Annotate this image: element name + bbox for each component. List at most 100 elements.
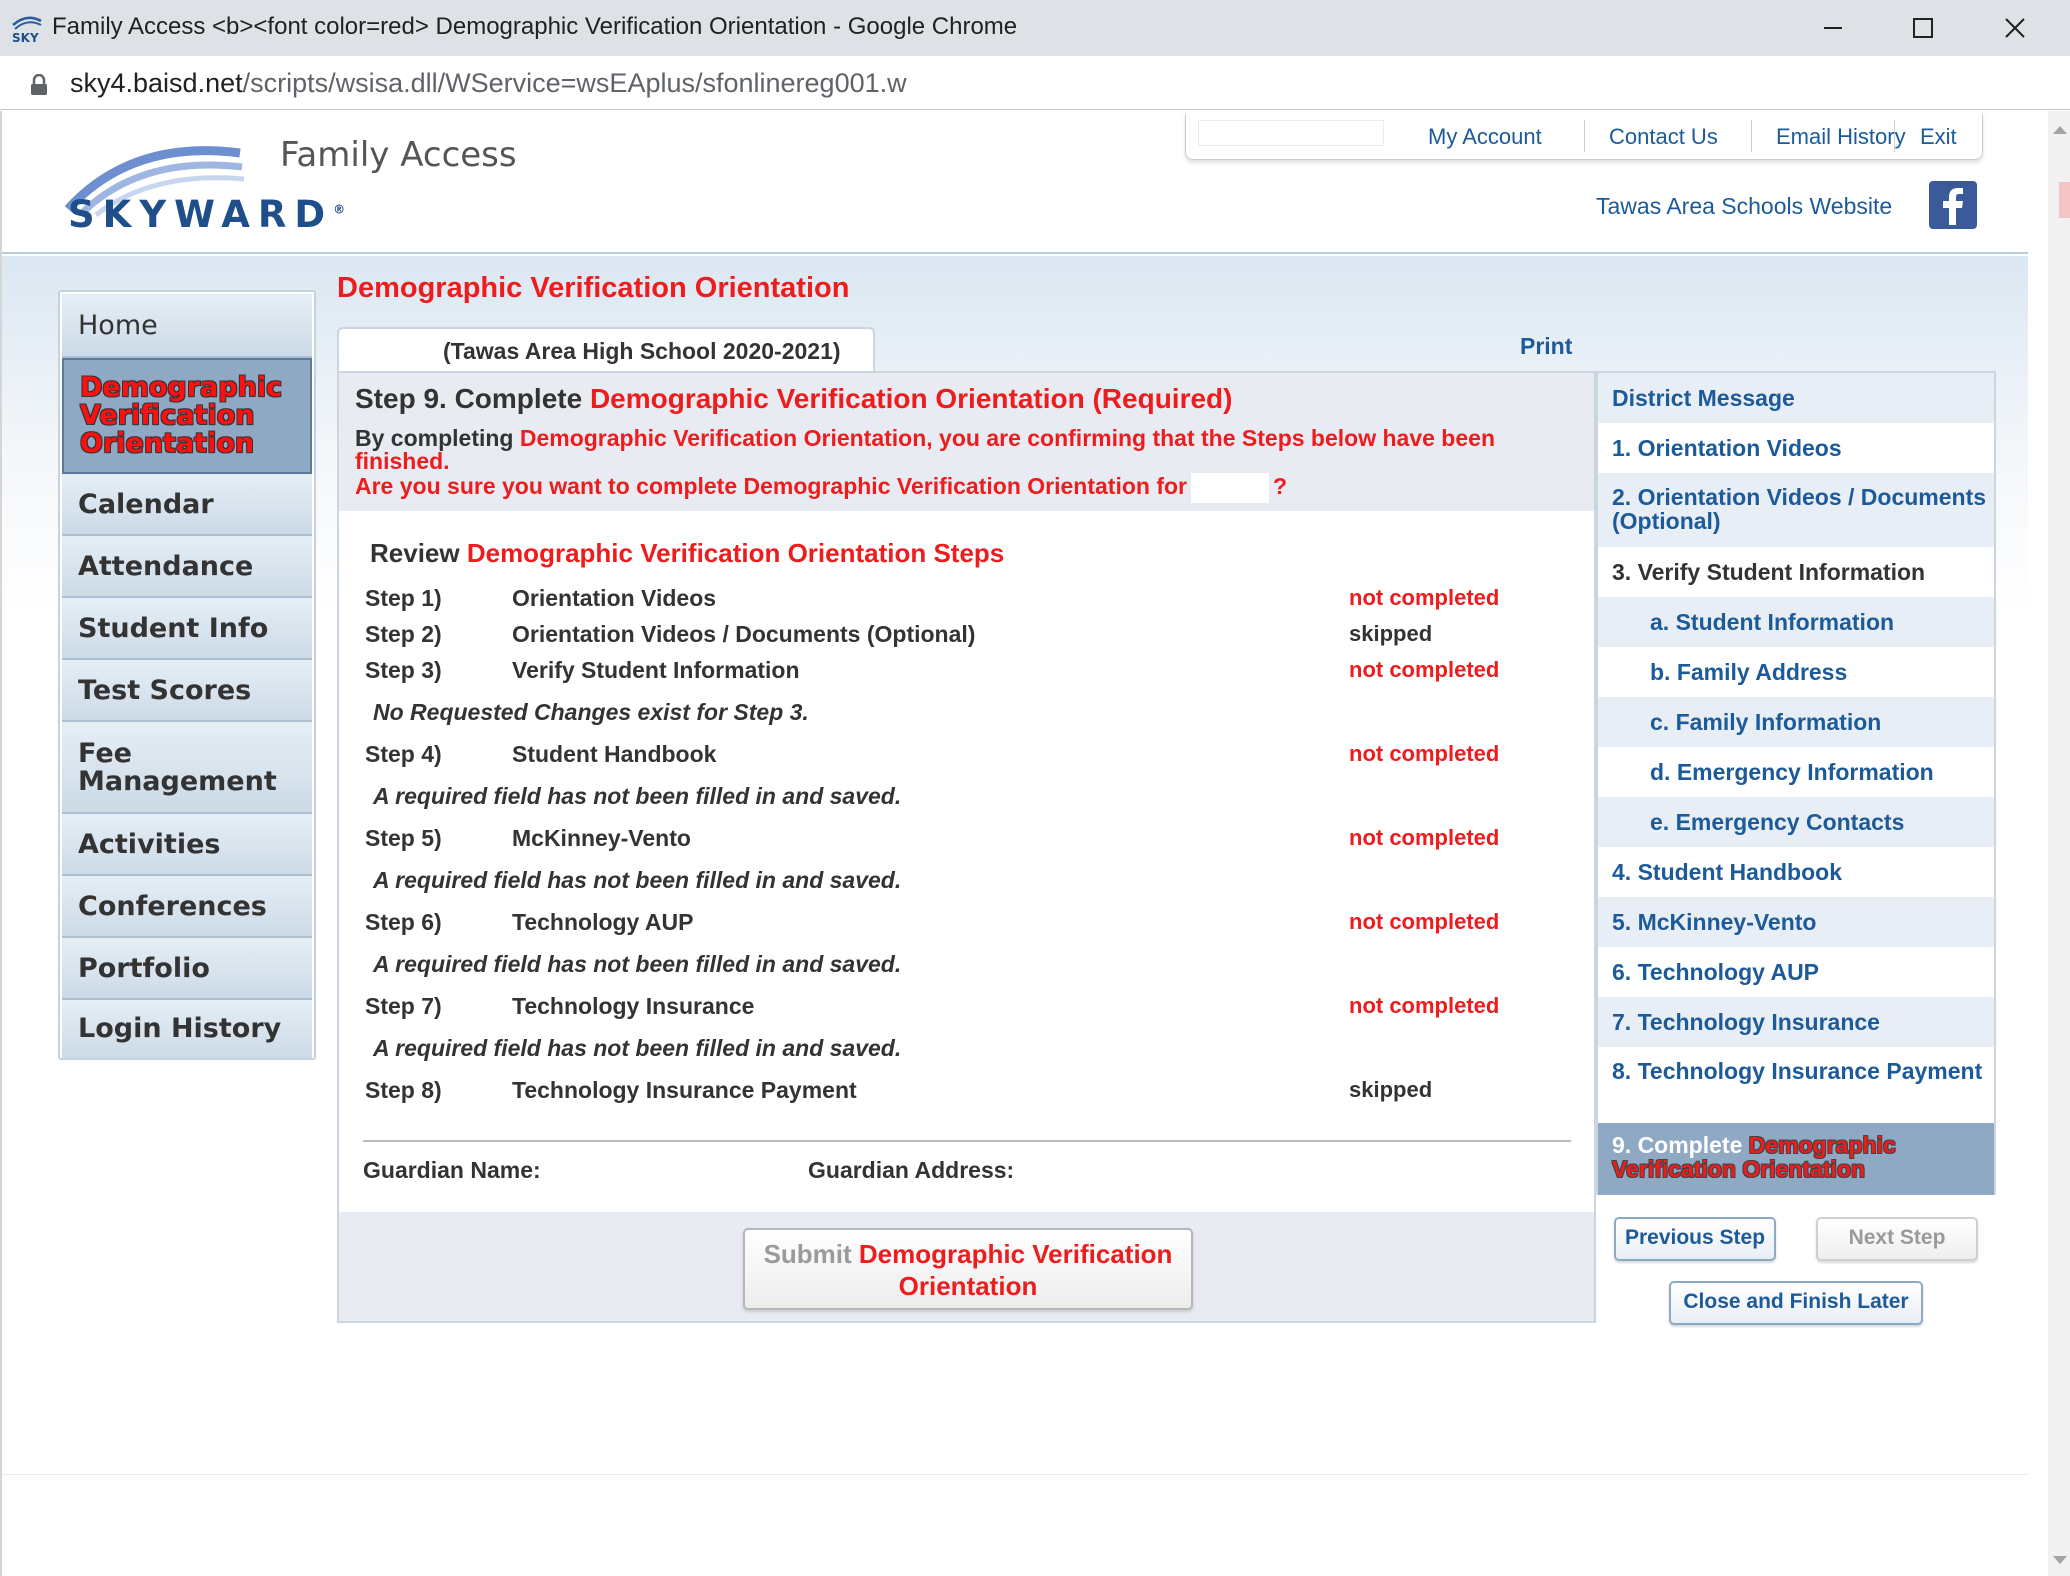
school-year-tab[interactable]: (Tawas Area High School 2020-2021): [337, 327, 875, 371]
left-navigation: Home Demographic Verification Orientatio…: [58, 290, 316, 1060]
step-note: A required field has not been filled in …: [373, 867, 902, 893]
user-name-box: [1198, 120, 1384, 146]
print-link[interactable]: Print: [1520, 333, 1572, 360]
previous-step-button[interactable]: Previous Step: [1614, 1217, 1776, 1261]
school-year-label: (Tawas Area High School 2020-2021): [443, 338, 841, 364]
step-row: Step 6) Technology AUP not completed: [365, 909, 1500, 935]
nav-portfolio[interactable]: Portfolio: [62, 938, 312, 1000]
minimize-icon: [1824, 27, 1842, 29]
nav-home[interactable]: Home: [62, 294, 312, 358]
nav-fee-management[interactable]: Fee Management: [62, 722, 312, 814]
step-nav-verify-student-info[interactable]: 3. Verify Student Information: [1598, 547, 1994, 597]
status-not-completed: not completed: [1349, 741, 1500, 766]
close-icon: [2005, 18, 2025, 38]
status-skipped: skipped: [1349, 621, 1433, 646]
step-row: Step 8) Technology Insurance Payment skipp…: [365, 1077, 1433, 1103]
step-title: Step 9. Complete Demographic Verificatio…: [355, 383, 1233, 414]
main-panel: Step 9. Complete Demographic Verificatio…: [337, 371, 1596, 1323]
step-row: Step 4) Student Handbook not completed: [365, 741, 1500, 767]
step-note: No Requested Changes exist for Step 3.: [373, 699, 809, 725]
step-nav-emergency-contacts[interactable]: e. Emergency Contacts: [1598, 797, 1994, 847]
step-note: A required field has not been filled in …: [373, 1035, 902, 1061]
submit-area: Submit Demographic Verification Orientat…: [337, 1212, 1596, 1323]
step-nav-student-handbook[interactable]: 4. Student Handbook: [1598, 847, 1994, 897]
step-nav-student-information[interactable]: a. Student Information: [1598, 597, 1994, 647]
step-row: Step 7) Technology Insurance not completed: [365, 993, 1500, 1019]
maximize-icon: [1913, 18, 1933, 38]
review-heading: Review Demographic Verification Orientat…: [370, 538, 1005, 568]
status-not-completed: not completed: [1349, 585, 1500, 610]
page-title: Demographic Verification Orientation: [337, 272, 850, 304]
skyward-logo-text: SKYWARD®: [68, 193, 346, 236]
close-window-button[interactable]: [1970, 0, 2060, 56]
facebook-icon[interactable]: [1929, 181, 1977, 229]
status-not-completed: not completed: [1349, 909, 1500, 934]
step-nav-orientation-documents[interactable]: 2. Orientation Videos / Documents (Optio…: [1598, 473, 1994, 547]
step-nav-district-message[interactable]: District Message: [1598, 373, 1994, 423]
step-note: A required field has not been filled in …: [373, 951, 902, 977]
step-nav-technology-aup[interactable]: 6. Technology AUP: [1598, 947, 1994, 997]
step-row: Step 2) Orientation Videos / Documents (O…: [365, 621, 1433, 647]
window-title: Family Access <b><font color=red> Demogr…: [52, 13, 1018, 40]
email-history-link[interactable]: Email History: [1776, 124, 1906, 150]
browser-titlebar: SKY Family Access <b><font color=red> De…: [0, 0, 2070, 56]
status-not-completed: not completed: [1349, 993, 1500, 1018]
status-not-completed: not completed: [1349, 825, 1500, 850]
url-path: /scripts/wsisa.dll/WService=wsEAplus/sfo…: [242, 68, 907, 98]
step-nav-complete-active[interactable]: 9. Complete Demographic Verification Ori…: [1598, 1123, 1994, 1195]
close-finish-later-button[interactable]: Close and Finish Later: [1669, 1281, 1923, 1325]
nav-activities[interactable]: Activities: [62, 814, 312, 876]
step-row: Step 1) Orientation Videos not completed: [365, 585, 1500, 611]
nav-calendar[interactable]: Calendar: [62, 474, 312, 536]
nav-attendance[interactable]: Attendance: [62, 536, 312, 598]
guardian-address-label: Guardian Address:: [808, 1157, 1015, 1183]
step-row: Step 3) Verify Student Information not com…: [365, 657, 1500, 683]
status-not-completed: not completed: [1349, 657, 1500, 682]
background-window-edge: [2059, 182, 2070, 218]
step-nav-mckinney-vento[interactable]: 5. McKinney-Vento: [1598, 897, 1994, 947]
step-nav-family-information[interactable]: c. Family Information: [1598, 697, 1994, 747]
step-nav-family-address[interactable]: b. Family Address: [1598, 647, 1994, 697]
footer-divider: [2, 1474, 2028, 1475]
link-separator: [1894, 120, 1895, 152]
step-nav-insurance-payment[interactable]: 8. Technology Insurance Payment: [1598, 1047, 1994, 1123]
nav-demographic-verification[interactable]: Demographic Verification Orientation: [62, 358, 312, 474]
url-host: sky4.baisd.net: [70, 68, 243, 98]
scroll-up-icon[interactable]: [2053, 126, 2067, 134]
contact-us-link[interactable]: Contact Us: [1609, 124, 1718, 150]
site-header: SKYWARD® Family Access My Account Contac…: [2, 111, 2028, 254]
minimize-button[interactable]: [1788, 0, 1878, 56]
step-row: Step 5) McKinney-Vento not completed: [365, 825, 1500, 851]
divider: [363, 1140, 1571, 1142]
maximize-button[interactable]: [1878, 0, 1968, 56]
confirm-text: By completing Demographic Verification O…: [355, 425, 1495, 474]
nav-login-history[interactable]: Login History: [62, 1000, 312, 1058]
top-links-bar: My Account Contact Us Email History Exit: [1185, 114, 1983, 160]
school-website-link[interactable]: Tawas Area Schools Website: [1596, 193, 1892, 220]
exit-link[interactable]: Exit: [1920, 124, 1957, 150]
step-navigation: District Message 1. Orientation Videos 2…: [1596, 371, 1996, 1195]
step-nav-technology-insurance[interactable]: 7. Technology Insurance: [1598, 997, 1994, 1047]
vertical-scrollbar[interactable]: [2048, 111, 2070, 1576]
student-name-blank: [347, 337, 425, 363]
app-title: Family Access: [280, 135, 517, 175]
step-nav-orientation-videos[interactable]: 1. Orientation Videos: [1598, 423, 1994, 473]
my-account-link[interactable]: My Account: [1428, 124, 1542, 150]
nav-test-scores[interactable]: Test Scores: [62, 660, 312, 722]
nav-student-info[interactable]: Student Info: [62, 598, 312, 660]
step-note: A required field has not been filled in …: [373, 783, 902, 809]
scroll-down-icon[interactable]: [2053, 1556, 2067, 1564]
skyward-favicon-icon: SKY: [12, 16, 42, 45]
nav-conferences[interactable]: Conferences: [62, 876, 312, 938]
next-step-button[interactable]: Next Step: [1816, 1217, 1978, 1261]
guardian-name-label: Guardian Name:: [363, 1157, 541, 1183]
url-text[interactable]: sky4.baisd.net/scripts/wsisa.dll/WServic…: [70, 68, 907, 99]
student-name-blank: [1190, 473, 1269, 503]
submit-button[interactable]: Submit Demographic Verification Orientat…: [743, 1228, 1193, 1310]
step-nav-emergency-information[interactable]: d. Emergency Information: [1598, 747, 1994, 797]
panel-header: Step 9. Complete Demographic Verificatio…: [339, 373, 1594, 511]
status-skipped: skipped: [1349, 1077, 1433, 1102]
lock-icon: [31, 74, 47, 95]
confirm-question: Are you sure you want to complete Demogr…: [355, 473, 1287, 503]
svg-text:SKY: SKY: [12, 31, 39, 45]
